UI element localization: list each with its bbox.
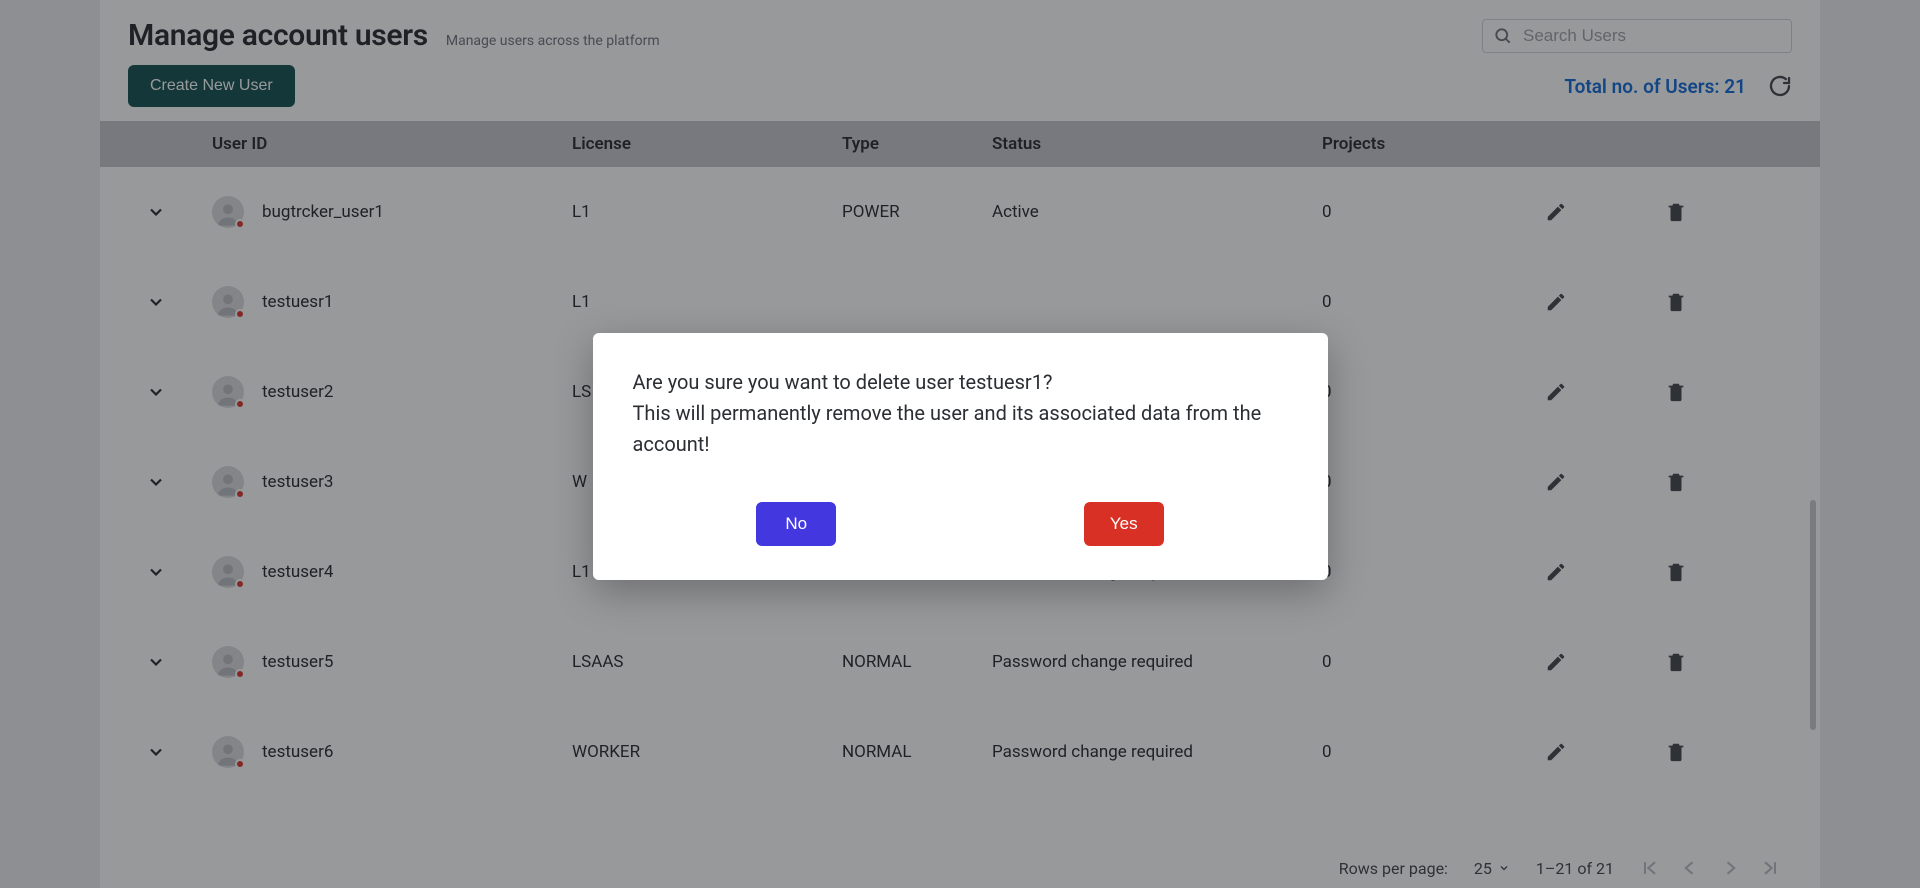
modal-no-button[interactable]: No xyxy=(756,502,836,546)
modal-overlay[interactable]: Are you sure you want to delete user tes… xyxy=(0,0,1920,888)
confirm-delete-modal: Are you sure you want to delete user tes… xyxy=(593,333,1328,580)
modal-yes-button[interactable]: Yes xyxy=(1084,502,1164,546)
modal-message-line1: Are you sure you want to delete user tes… xyxy=(633,367,1288,398)
modal-message-line2: This will permanently remove the user an… xyxy=(633,398,1288,460)
